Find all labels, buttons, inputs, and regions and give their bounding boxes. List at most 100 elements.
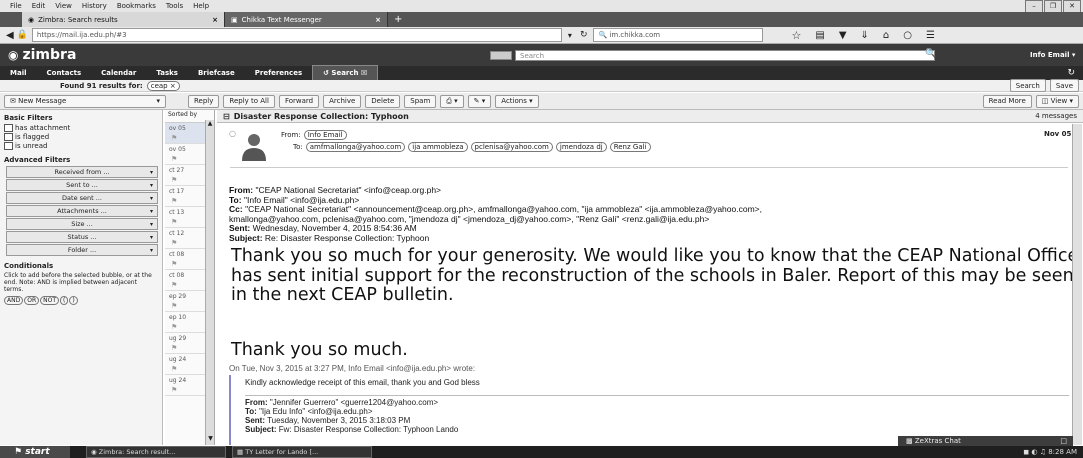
flag-icon[interactable]: ⚑ [171, 176, 177, 184]
checkbox[interactable] [4, 133, 13, 141]
tab-preferences[interactable]: Preferences [245, 66, 312, 80]
list-scrollbar[interactable]: ▲ ▼ [205, 120, 214, 445]
flag-icon[interactable]: ⚑ [171, 197, 177, 205]
user-menu[interactable]: Info Email ▾ [1030, 51, 1075, 59]
menu-edit[interactable]: Edit [32, 2, 46, 10]
flag-icon[interactable]: ⚑ [171, 155, 177, 163]
tab-mail[interactable]: Mail [0, 66, 37, 80]
filter-is-flagged[interactable]: is flagged [4, 133, 162, 141]
flag-icon[interactable]: ⚑ [171, 302, 177, 310]
flag-icon[interactable]: ⚑ [171, 260, 177, 268]
flag-icon[interactable]: ⚑ [171, 386, 177, 394]
search-button[interactable]: Search [1009, 79, 1046, 92]
dropdown-icon[interactable]: ▾ [568, 31, 572, 40]
flag-icon[interactable]: ⚑ [171, 365, 177, 373]
view-button[interactable]: ◫ View ▾ [1035, 94, 1079, 108]
url-bar[interactable]: https://mail.ija.edu.ph/#3 [31, 28, 562, 42]
download-icon[interactable]: ⇓ [861, 30, 869, 41]
to-chip-1[interactable]: amfmallonga@yahoo.com [305, 142, 406, 152]
menu-tools[interactable]: Tools [166, 2, 183, 10]
flag-icon[interactable]: ⚑ [171, 239, 177, 247]
menu-bookmarks[interactable]: Bookmarks [117, 2, 156, 10]
new-message-button[interactable]: ✉ New Message ▾ [4, 94, 166, 108]
menu-file[interactable]: File [10, 2, 22, 10]
flag-icon[interactable]: ⚑ [171, 344, 177, 352]
read-more-button[interactable]: Read More [982, 94, 1032, 108]
op-close-paren[interactable]: ) [69, 296, 78, 305]
filter-is-unread[interactable]: is unread [4, 142, 162, 150]
delete-button[interactable]: Delete [365, 94, 401, 108]
taskbar-item-word[interactable]: ▦ TY Letter for Lando [... [232, 446, 372, 458]
filter-attachments[interactable]: Attachments ... [6, 205, 158, 217]
to-chip-2[interactable]: ija ammobleza [408, 142, 468, 152]
close-tab-icon[interactable]: × [375, 16, 381, 24]
search-icon[interactable]: 🔍 [925, 49, 936, 59]
close-tab-icon[interactable]: ☒ [361, 69, 367, 77]
from-chip[interactable]: Info Email [303, 130, 347, 140]
collapse-icon[interactable]: ⊟ [223, 112, 230, 121]
flag-icon[interactable]: ⚑ [171, 218, 177, 226]
pocket-icon[interactable]: ▼ [839, 30, 847, 41]
op-or[interactable]: OR [24, 296, 40, 305]
to-chip-5[interactable]: Renz Gali [609, 142, 651, 152]
actions-button[interactable]: Actions ▾ [495, 94, 539, 108]
chat-bubble-icon[interactable]: ○ [903, 30, 912, 41]
reading-scrollbar[interactable] [1072, 124, 1082, 445]
op-and[interactable]: AND [4, 296, 24, 305]
chat-expand-icon[interactable]: □ [1060, 437, 1067, 445]
search-engine-box[interactable]: 🔍 im.chikka.com [593, 28, 764, 42]
print-button[interactable]: ⎙ ▾ [440, 94, 464, 108]
menu-view[interactable]: View [55, 2, 72, 10]
filter-date-sent[interactable]: Date sent ... [6, 192, 158, 204]
hamburger-menu-icon[interactable]: ☰ [926, 30, 935, 41]
flag-icon[interactable]: ⚑ [171, 323, 177, 331]
checkbox[interactable] [4, 124, 13, 132]
close-tab-icon[interactable]: × [212, 16, 218, 24]
browser-tab-chikka[interactable]: ▣ Chikka Text Messenger × [225, 12, 388, 27]
filter-size[interactable]: Size ... [6, 218, 158, 230]
query-chip[interactable]: ceap × [146, 80, 180, 91]
reload-icon[interactable]: ↻ [580, 30, 588, 40]
to-chip-3[interactable]: pclenisa@yahoo.com [470, 142, 553, 152]
flag-icon[interactable]: ⚑ [171, 281, 177, 289]
new-tab-icon[interactable]: + [388, 12, 408, 27]
filter-status[interactable]: Status ... [6, 231, 158, 243]
refresh-icon[interactable]: ↻ [1067, 68, 1075, 78]
tab-tasks[interactable]: Tasks [146, 66, 188, 80]
filter-received-from[interactable]: Received from ... [6, 166, 158, 178]
browser-tab-zimbra[interactable]: ◉ Zimbra: Search results × [22, 12, 225, 27]
op-not[interactable]: NOT [40, 296, 60, 305]
tab-search[interactable]: ↺ Search ☒ [312, 65, 379, 81]
to-chip-4[interactable]: jmendoza dj [555, 142, 607, 152]
scroll-up-icon[interactable]: ▲ [206, 120, 214, 130]
archive-button[interactable]: Archive [323, 94, 362, 108]
expand-icon[interactable]: ○ [229, 129, 236, 138]
op-open-paren[interactable]: ( [60, 296, 69, 305]
back-icon[interactable]: ◀ [6, 30, 14, 41]
tag-button[interactable]: ✎ ▾ [467, 94, 492, 108]
reply-all-button[interactable]: Reply to All [223, 94, 275, 108]
filter-folder[interactable]: Folder ... [6, 244, 158, 256]
start-button[interactable]: ⚑ start [0, 446, 70, 458]
scroll-down-icon[interactable]: ▼ [206, 435, 215, 445]
tab-briefcase[interactable]: Briefcase [188, 66, 245, 80]
zextras-chat-bar[interactable]: ▩ ZeXtras Chat □ [898, 436, 1073, 446]
flag-icon[interactable]: ⚑ [171, 134, 177, 142]
search-type-icon[interactable] [490, 51, 512, 60]
forward-button[interactable]: Forward [278, 94, 320, 108]
filter-has-attachment[interactable]: has attachment [4, 124, 162, 132]
spam-button[interactable]: Spam [404, 94, 437, 108]
tab-contacts[interactable]: Contacts [37, 66, 92, 80]
menu-help[interactable]: Help [193, 2, 209, 10]
filter-sent-to[interactable]: Sent to ... [6, 179, 158, 191]
taskbar-item-firefox[interactable]: ◉ Zimbra: Search result... [86, 446, 226, 458]
library-icon[interactable]: ▤ [815, 30, 824, 41]
menu-history[interactable]: History [82, 2, 107, 10]
checkbox[interactable] [4, 142, 13, 150]
home-icon[interactable]: ⌂ [883, 30, 889, 41]
zimbra-search-input[interactable]: Search [515, 50, 935, 61]
tab-calendar[interactable]: Calendar [91, 66, 146, 80]
bookmark-star-icon[interactable]: ☆ [791, 29, 801, 42]
save-search-button[interactable]: Save [1049, 79, 1079, 92]
reply-button[interactable]: Reply [188, 94, 220, 108]
